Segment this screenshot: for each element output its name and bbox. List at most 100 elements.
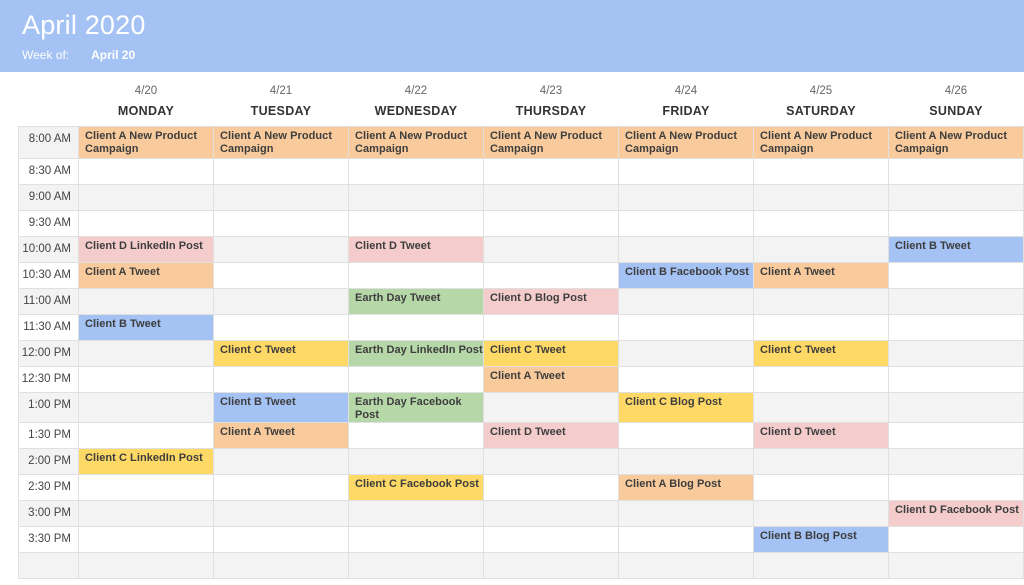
calendar-cell[interactable] — [213, 236, 349, 263]
day-header-monday[interactable]: 4/20 MONDAY — [78, 72, 214, 127]
calendar-cell[interactable] — [483, 158, 619, 185]
calendar-cell[interactable] — [483, 500, 619, 527]
calendar-event[interactable]: Client D Facebook Post — [889, 501, 1023, 526]
calendar-cell[interactable] — [348, 158, 484, 185]
calendar-cell[interactable]: Client A Tweet — [213, 422, 349, 449]
calendar-cell[interactable] — [483, 552, 619, 579]
calendar-cell[interactable] — [213, 552, 349, 579]
calendar-event[interactable]: Earth Day Tweet — [349, 289, 483, 314]
calendar-event[interactable]: Earth Day Facebook Post — [349, 393, 483, 422]
calendar-cell[interactable]: Earth Day Tweet — [348, 288, 484, 315]
calendar-cell[interactable]: Client A New Product Campaign — [348, 126, 484, 159]
calendar-cell[interactable] — [213, 314, 349, 341]
day-header-friday[interactable]: 4/24 FRIDAY — [618, 72, 754, 127]
calendar-cell[interactable]: Client D Blog Post — [483, 288, 619, 315]
calendar-event[interactable]: Client A Tweet — [214, 423, 348, 448]
calendar-event[interactable]: Client B Tweet — [214, 393, 348, 422]
calendar-cell[interactable]: Client B Tweet — [78, 314, 214, 341]
day-header-sunday[interactable]: 4/26 SUNDAY — [888, 72, 1024, 127]
calendar-event[interactable]: Client A New Product Campaign — [889, 127, 1023, 158]
calendar-cell[interactable] — [888, 392, 1024, 423]
calendar-cell[interactable] — [618, 314, 754, 341]
calendar-cell[interactable] — [348, 552, 484, 579]
calendar-cell[interactable] — [78, 392, 214, 423]
calendar-event[interactable]: Client B Blog Post — [754, 527, 888, 552]
calendar-cell[interactable] — [753, 474, 889, 501]
calendar-cell[interactable] — [888, 288, 1024, 315]
calendar-cell[interactable] — [888, 340, 1024, 367]
calendar-cell[interactable]: Earth Day LinkedIn Post — [348, 340, 484, 367]
calendar-cell[interactable] — [888, 448, 1024, 475]
calendar-cell[interactable]: Client A Blog Post — [618, 474, 754, 501]
calendar-cell[interactable] — [78, 158, 214, 185]
calendar-cell[interactable] — [483, 392, 619, 423]
calendar-event[interactable]: Client A Tweet — [484, 367, 618, 392]
calendar-cell[interactable]: Client B Blog Post — [753, 526, 889, 553]
day-header-thursday[interactable]: 4/23 THURSDAY — [483, 72, 619, 127]
calendar-event[interactable]: Client D Tweet — [349, 237, 483, 262]
calendar-event[interactable]: Earth Day LinkedIn Post — [349, 341, 483, 366]
calendar-cell[interactable] — [753, 366, 889, 393]
calendar-event[interactable]: Client C Tweet — [484, 341, 618, 366]
calendar-cell[interactable] — [213, 366, 349, 393]
calendar-cell[interactable] — [483, 262, 619, 289]
calendar-event[interactable]: Client A New Product Campaign — [79, 127, 213, 158]
calendar-cell[interactable]: Earth Day Facebook Post — [348, 392, 484, 423]
calendar-event[interactable]: Client D Tweet — [754, 423, 888, 448]
calendar-cell[interactable] — [483, 184, 619, 211]
calendar-cell[interactable] — [213, 474, 349, 501]
calendar-event[interactable]: Client A New Product Campaign — [619, 127, 753, 158]
calendar-event[interactable]: Client D LinkedIn Post — [79, 237, 213, 262]
calendar-cell[interactable]: Client B Facebook Post — [618, 262, 754, 289]
calendar-cell[interactable]: Client C Facebook Post — [348, 474, 484, 501]
calendar-cell[interactable] — [618, 158, 754, 185]
calendar-cell[interactable] — [618, 500, 754, 527]
calendar-cell[interactable] — [888, 366, 1024, 393]
calendar-cell[interactable] — [483, 474, 619, 501]
calendar-event[interactable]: Client A New Product Campaign — [484, 127, 618, 158]
calendar-event[interactable]: Client A New Product Campaign — [349, 127, 483, 158]
calendar-event[interactable]: Client A Tweet — [79, 263, 213, 288]
calendar-event[interactable]: Client B Facebook Post — [619, 263, 753, 288]
calendar-cell[interactable] — [348, 210, 484, 237]
calendar-cell[interactable] — [618, 184, 754, 211]
calendar-cell[interactable] — [618, 526, 754, 553]
calendar-cell[interactable] — [753, 392, 889, 423]
calendar-cell[interactable]: Client B Tweet — [213, 392, 349, 423]
calendar-cell[interactable] — [213, 158, 349, 185]
calendar-cell[interactable] — [78, 340, 214, 367]
calendar-cell[interactable]: Client D Tweet — [483, 422, 619, 449]
calendar-cell[interactable] — [348, 500, 484, 527]
calendar-cell[interactable] — [753, 552, 889, 579]
calendar-cell[interactable] — [213, 184, 349, 211]
calendar-cell[interactable] — [213, 500, 349, 527]
calendar-event[interactable]: Client D Blog Post — [484, 289, 618, 314]
calendar-cell[interactable]: Client B Tweet — [888, 236, 1024, 263]
calendar-cell[interactable] — [78, 552, 214, 579]
calendar-cell[interactable] — [618, 288, 754, 315]
calendar-cell[interactable] — [78, 422, 214, 449]
calendar-cell[interactable]: Client C LinkedIn Post — [78, 448, 214, 475]
calendar-cell[interactable] — [753, 314, 889, 341]
calendar-cell[interactable] — [213, 288, 349, 315]
calendar-event[interactable]: Client C LinkedIn Post — [79, 449, 213, 474]
calendar-cell[interactable]: Client D Tweet — [753, 422, 889, 449]
calendar-cell[interactable]: Client D LinkedIn Post — [78, 236, 214, 263]
calendar-cell[interactable]: Client C Tweet — [753, 340, 889, 367]
calendar-cell[interactable] — [888, 526, 1024, 553]
calendar-cell[interactable]: Client A Tweet — [483, 366, 619, 393]
calendar-cell[interactable] — [753, 158, 889, 185]
calendar-cell[interactable] — [348, 422, 484, 449]
calendar-cell[interactable] — [483, 236, 619, 263]
calendar-cell[interactable] — [888, 422, 1024, 449]
calendar-cell[interactable] — [753, 448, 889, 475]
calendar-cell[interactable] — [618, 236, 754, 263]
calendar-cell[interactable] — [888, 262, 1024, 289]
calendar-cell[interactable]: Client A New Product Campaign — [618, 126, 754, 159]
calendar-event[interactable]: Client B Tweet — [79, 315, 213, 340]
calendar-cell[interactable]: Client C Blog Post — [618, 392, 754, 423]
calendar-cell[interactable]: Client A New Product Campaign — [753, 126, 889, 159]
calendar-cell[interactable] — [348, 184, 484, 211]
calendar-event[interactable]: Client A New Product Campaign — [214, 127, 348, 158]
calendar-event[interactable]: Client D Tweet — [484, 423, 618, 448]
